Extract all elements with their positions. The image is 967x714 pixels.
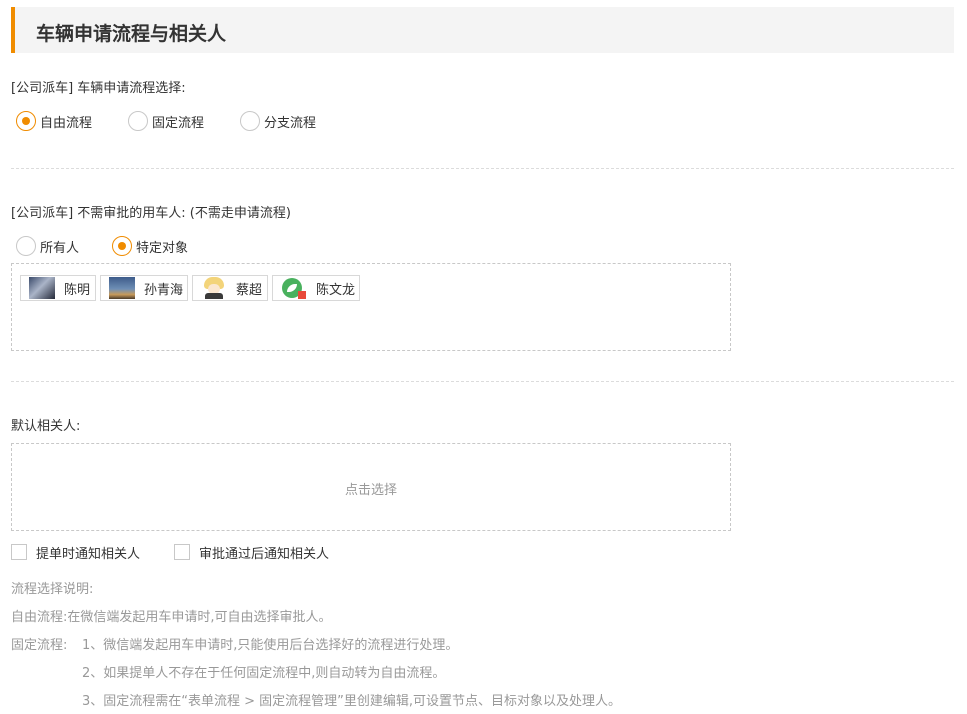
flow-select-label: [公司派车] 车辆申请流程选择: — [11, 81, 186, 96]
avatar — [201, 277, 227, 299]
notify-on-submit-option[interactable]: 提单时通知相关人 — [11, 543, 140, 562]
exempt-users-label: [公司派车] 不需审批的用车人: (不需走申请流程) — [11, 206, 291, 221]
divider — [11, 168, 954, 169]
checkbox[interactable] — [11, 544, 27, 560]
flow-radio-group: 自由流程 固定流程 分支流程 — [16, 110, 316, 132]
notify-on-approve-option[interactable]: 审批通过后通知相关人 — [174, 543, 329, 562]
user-chip[interactable]: 陈文龙 — [272, 275, 360, 301]
avatar — [109, 277, 135, 299]
divider — [11, 381, 954, 382]
checkbox-label: 提单时通知相关人 — [36, 546, 141, 562]
user-name: 孙青海 — [144, 282, 184, 298]
radio-all-users[interactable]: 所有人 — [16, 236, 79, 256]
radio-checked-icon[interactable] — [112, 236, 133, 256]
note-free-flow: 自由流程:在微信端发起用车申请时,可自由选择审批人。 — [11, 610, 332, 625]
radio-label: 自由流程 — [40, 115, 93, 131]
radio-specific-users[interactable]: 特定对象 — [112, 236, 188, 256]
radio-checked-icon[interactable] — [16, 111, 36, 131]
avatar — [281, 277, 307, 299]
user-chip[interactable]: 陈明 — [20, 275, 96, 301]
note-fixed-flow-prefix: 固定流程: — [11, 638, 68, 653]
checkbox[interactable] — [174, 544, 191, 560]
user-chip[interactable]: 蔡超 — [192, 275, 268, 301]
radio-unchecked-icon[interactable] — [16, 236, 36, 256]
user-name: 陈明 — [64, 282, 91, 298]
radio-label: 分支流程 — [264, 115, 317, 131]
radio-label: 固定流程 — [152, 115, 205, 131]
radio-branch-flow[interactable]: 分支流程 — [240, 111, 316, 131]
section-header: 车辆申请流程与相关人 — [11, 7, 954, 53]
notes-heading: 流程选择说明: — [11, 582, 94, 597]
radio-label: 特定对象 — [136, 240, 189, 256]
note-fixed-flow-item: 2、如果提单人不存在于任何固定流程中,则自动转为自由流程。 — [82, 666, 446, 681]
exempt-radio-group: 所有人 特定对象 — [16, 235, 188, 257]
radio-fixed-flow[interactable]: 固定流程 — [128, 111, 204, 131]
avatar — [29, 277, 55, 299]
radio-label: 所有人 — [40, 240, 80, 256]
page-title: 车辆申请流程与相关人 — [36, 23, 227, 45]
click-select-placeholder[interactable]: 点击选择 — [12, 479, 730, 498]
checkbox-label: 审批通过后通知相关人 — [199, 546, 330, 562]
related-people-select-box[interactable]: 点击选择 — [11, 443, 731, 531]
user-name: 蔡超 — [236, 282, 263, 298]
note-fixed-flow-item: 1、微信端发起用车申请时,只能使用后台选择好的流程进行处理。 — [82, 638, 459, 653]
exempt-users-box[interactable]: 陈明 孙青海 蔡超 陈文龙 — [11, 263, 731, 351]
radio-unchecked-icon[interactable] — [240, 111, 261, 131]
radio-free-flow[interactable]: 自由流程 — [16, 111, 92, 131]
notify-checkbox-group: 提单时通知相关人 审批通过后通知相关人 — [11, 543, 329, 562]
radio-unchecked-icon[interactable] — [128, 111, 149, 131]
user-name: 陈文龙 — [316, 282, 356, 298]
user-chip[interactable]: 孙青海 — [100, 275, 188, 301]
related-people-label: 默认相关人: — [11, 419, 81, 434]
note-fixed-flow-item: 3、固定流程需在“表单流程 > 固定流程管理”里创建编辑,可设置节点、目标对象以… — [82, 694, 622, 709]
